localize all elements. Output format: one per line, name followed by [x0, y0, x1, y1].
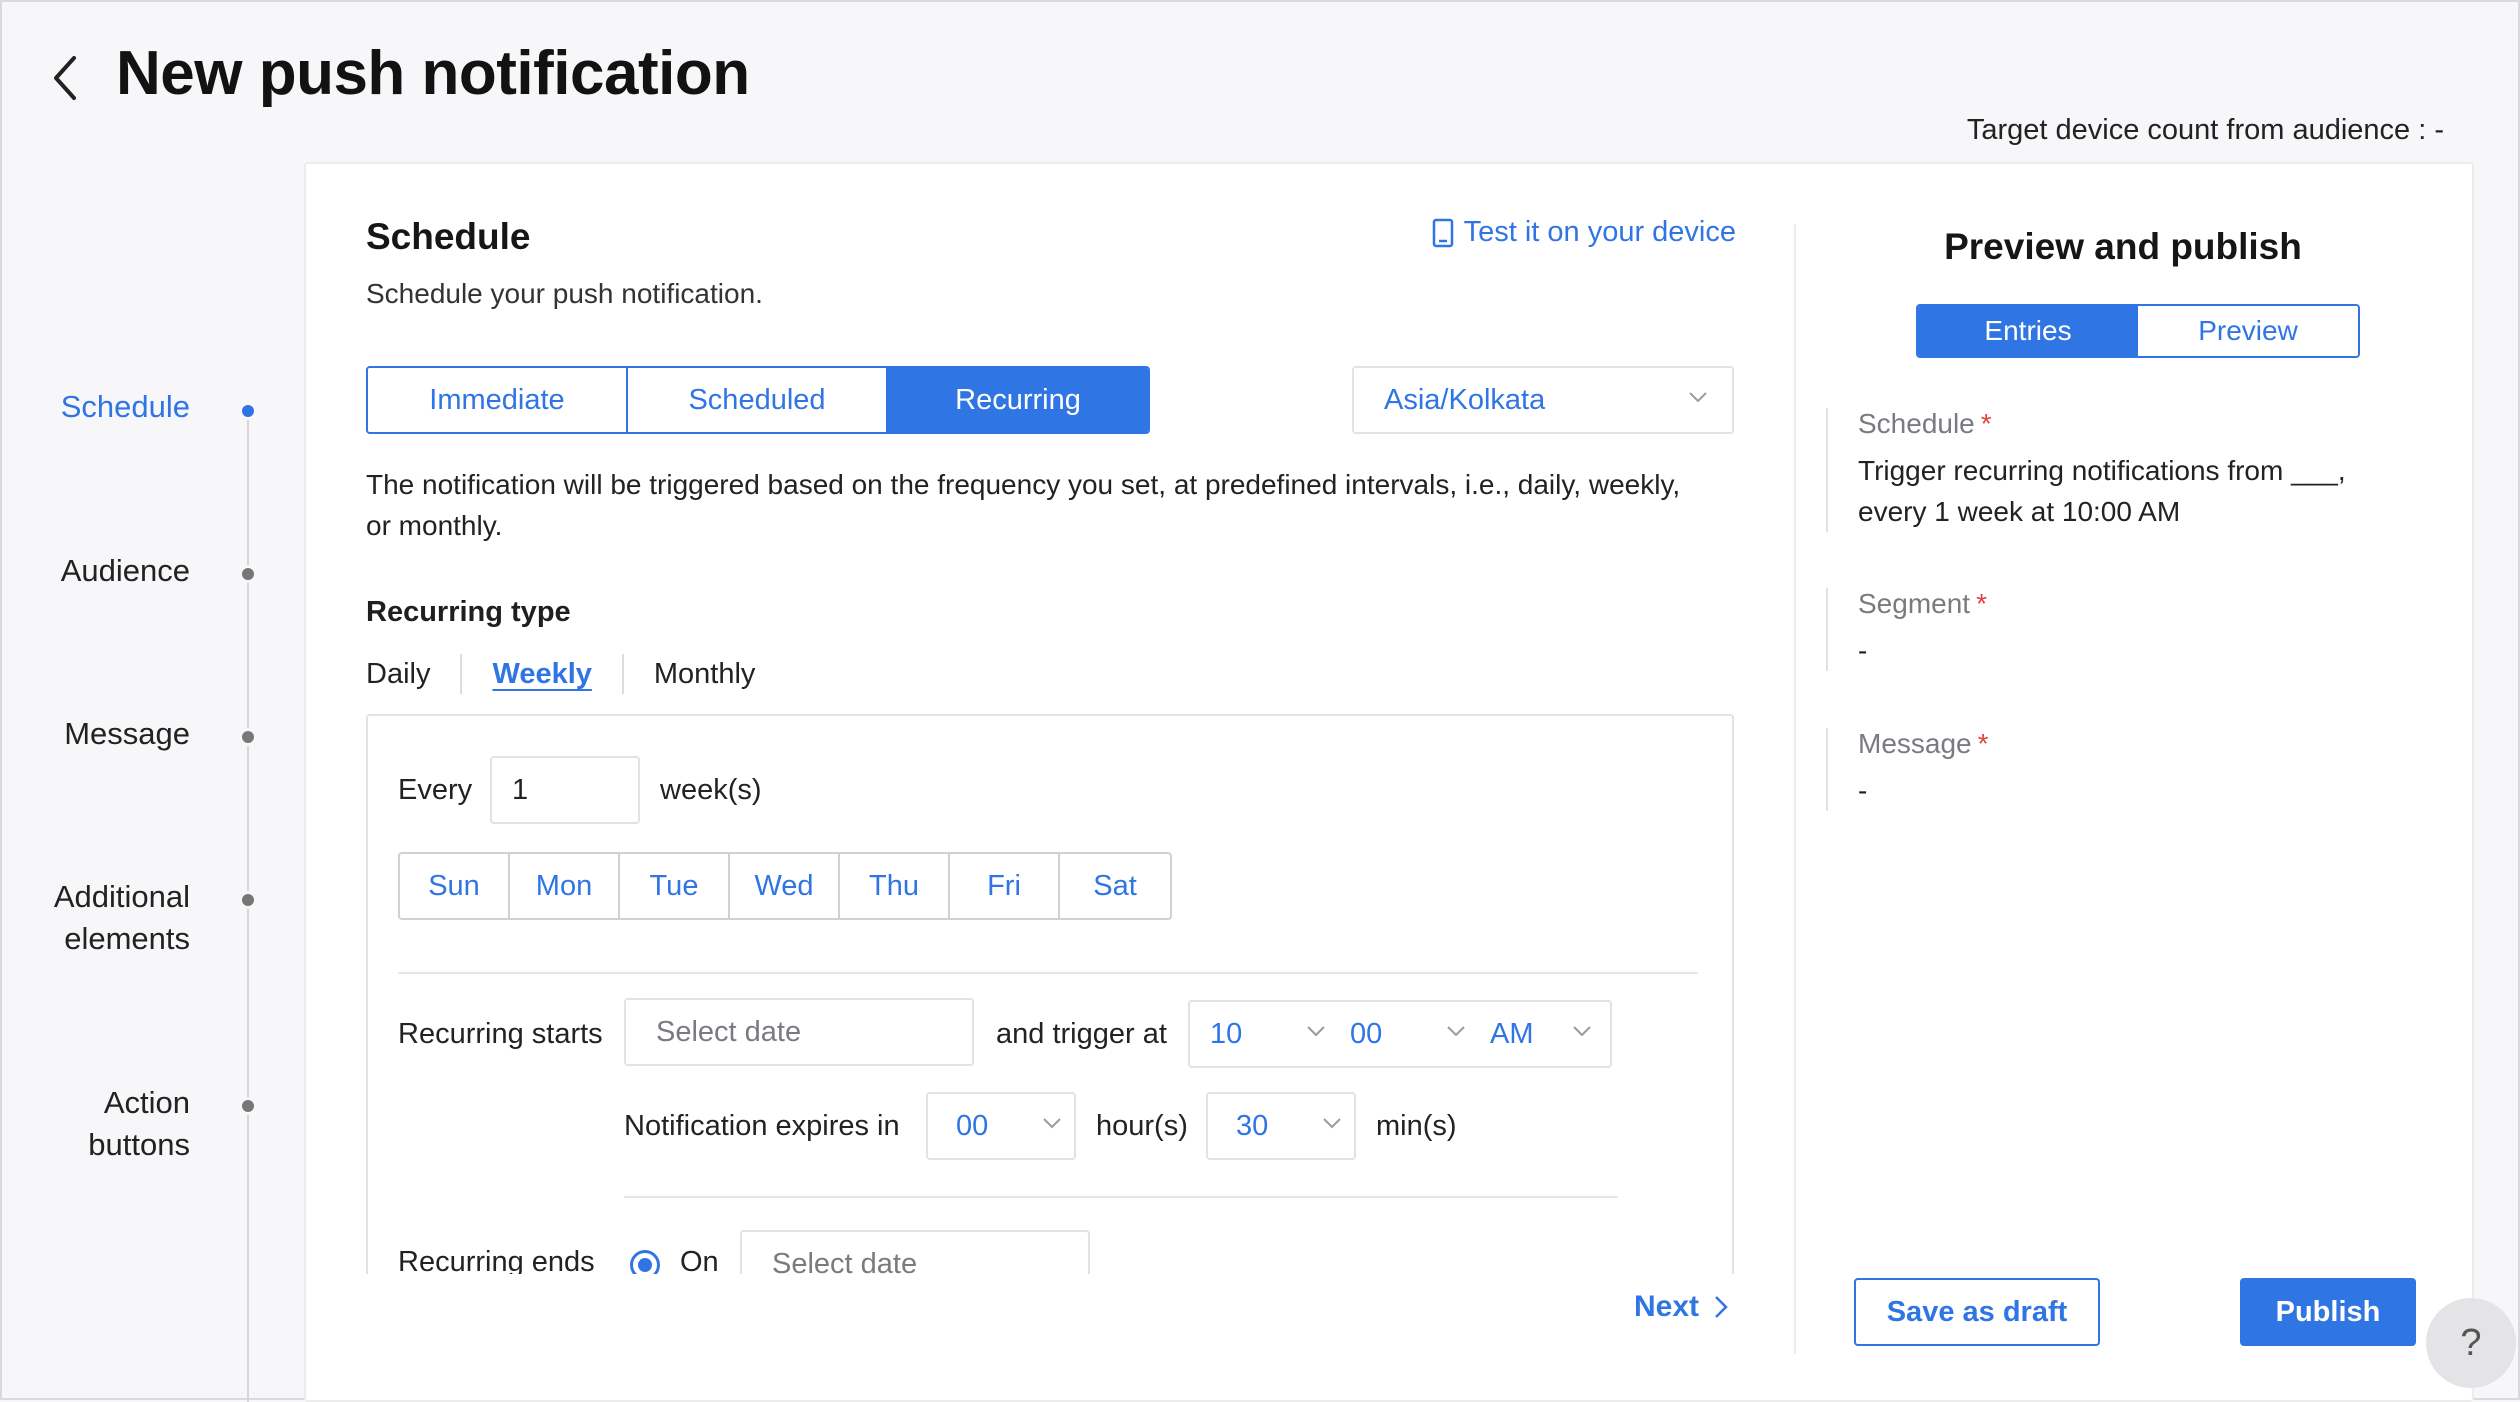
expires-minutes-select[interactable]: 30 — [1236, 1092, 1356, 1160]
step-audience-dot — [239, 565, 257, 583]
save-draft-button[interactable]: Save as draft — [1854, 1278, 2100, 1346]
schedule-mode-toggle: Immediate Scheduled Recurring — [366, 366, 1150, 434]
step-schedule[interactable]: Schedule — [61, 386, 190, 428]
chevron-down-icon — [1689, 392, 1707, 403]
weekday-selector: Sun Mon Tue Wed Thu Fri Sat — [398, 852, 1172, 920]
expires-hours-select[interactable]: 00 — [956, 1092, 1076, 1160]
step-message-dot — [239, 728, 257, 746]
step-additional-elements[interactable]: Additional elements — [0, 876, 190, 960]
trigger-at-label: and trigger at — [996, 1018, 1167, 1050]
mode-description: The notification will be triggered based… — [366, 469, 1681, 541]
trigger-hour-value: 10 — [1210, 1017, 1243, 1050]
chevron-down-icon — [1043, 1118, 1061, 1129]
expires-hours-value: 00 — [956, 1109, 989, 1142]
tab-preview[interactable]: Preview — [2138, 306, 2358, 356]
expires-minutes-value: 30 — [1236, 1109, 1269, 1142]
preview-value: Trigger recurring notifications from ___… — [1858, 455, 2346, 527]
trigger-meridiem-select[interactable]: AM — [1490, 1000, 1606, 1068]
mobile-device-icon — [1432, 218, 1453, 247]
section-divider — [624, 1196, 1618, 1198]
preview-label: Schedule * — [1858, 408, 1992, 439]
timezone-select[interactable]: Asia/Kolkata — [1352, 366, 1734, 434]
mode-recurring-button[interactable]: Recurring — [888, 368, 1148, 432]
trigger-hour-select[interactable]: 10 — [1210, 1000, 1340, 1068]
page-title: New push notification — [116, 39, 750, 108]
step-action-buttons-dot — [239, 1097, 257, 1115]
required-mark: * — [1977, 728, 1989, 759]
every-unit-label: week(s) — [660, 774, 762, 806]
step-audience[interactable]: Audience — [61, 550, 190, 592]
preview-label: Message * — [1858, 728, 1989, 759]
step-schedule-dot — [239, 402, 257, 420]
expires-label: Notification expires in — [624, 1110, 900, 1142]
preview-tabs: Entries Preview — [1916, 304, 2360, 358]
preview-item-schedule: Schedule * Trigger recurring notification… — [1826, 408, 2386, 532]
chevron-down-icon — [1307, 1026, 1325, 1037]
chevron-down-icon — [1573, 1026, 1591, 1037]
preview-value: - — [1858, 635, 1868, 666]
tab-daily[interactable]: Daily — [366, 654, 463, 694]
ends-on-radio[interactable] — [630, 1250, 660, 1274]
publish-button[interactable]: Publish — [2240, 1278, 2416, 1346]
preview-value: - — [1858, 775, 1868, 806]
main-card: Schedule Schedule your push notification… — [304, 162, 2474, 1402]
day-sat[interactable]: Sat — [1060, 854, 1170, 918]
step-action-buttons[interactable]: Action buttons — [20, 1082, 190, 1166]
minutes-unit-label: min(s) — [1376, 1110, 1457, 1142]
day-mon[interactable]: Mon — [510, 854, 620, 918]
tab-entries[interactable]: Entries — [1918, 306, 2138, 356]
trigger-minute-value: 00 — [1350, 1017, 1383, 1050]
day-tue[interactable]: Tue — [620, 854, 730, 918]
step-message[interactable]: Message — [64, 713, 190, 755]
tab-weekly[interactable]: Weekly — [462, 654, 624, 694]
mode-immediate-button[interactable]: Immediate — [368, 368, 628, 432]
end-date-input[interactable]: Select date — [740, 1230, 1090, 1274]
section-title: Schedule — [366, 216, 531, 257]
pane-separator — [1794, 224, 1796, 1354]
chevron-down-icon — [1323, 1118, 1341, 1129]
test-on-device-link[interactable]: Test it on your device — [1432, 216, 1736, 249]
preview-title: Preview and publish — [1944, 226, 2302, 267]
every-label: Every — [398, 774, 473, 806]
next-button[interactable]: Next — [1634, 1290, 1729, 1324]
required-mark: * — [1976, 588, 1987, 619]
schedule-form: Schedule Schedule your push notification… — [366, 164, 1736, 1274]
trigger-minute-select[interactable]: 00 — [1350, 1000, 1480, 1068]
required-mark: * — [1980, 408, 1992, 439]
timezone-value: Asia/Kolkata — [1384, 383, 1546, 416]
recurring-type-tabs: Daily Weekly Monthly — [366, 654, 785, 694]
mode-scheduled-button[interactable]: Scheduled — [628, 368, 888, 432]
day-sun[interactable]: Sun — [400, 854, 510, 918]
section-subtitle: Schedule your push notification. — [366, 278, 763, 309]
next-label: Next — [1634, 1290, 1700, 1323]
recurring-ends-label: Recurring ends — [398, 1246, 595, 1274]
day-thu[interactable]: Thu — [840, 854, 950, 918]
every-count-input[interactable]: 1 — [490, 756, 640, 824]
trigger-meridiem-value: AM — [1490, 1017, 1534, 1050]
recurring-type-label: Recurring type — [366, 596, 571, 628]
step-additional-elements-dot — [239, 891, 257, 909]
hours-unit-label: hour(s) — [1096, 1110, 1188, 1142]
day-fri[interactable]: Fri — [950, 854, 1060, 918]
help-button[interactable]: ? — [2426, 1298, 2516, 1388]
preview-item-message: Message * - — [1826, 728, 2386, 811]
tab-monthly[interactable]: Monthly — [624, 654, 786, 694]
day-wed[interactable]: Wed — [730, 854, 840, 918]
chevron-down-icon — [1447, 1026, 1465, 1037]
weekly-settings-panel: Every 1 week(s) Sun Mon Tue Wed Thu Fri … — [366, 714, 1734, 1274]
recurring-starts-label: Recurring starts — [398, 1018, 603, 1050]
chevron-right-icon — [1715, 1296, 1728, 1318]
preview-label: Segment * — [1858, 588, 1987, 619]
test-link-label: Test it on your device — [1463, 216, 1736, 248]
section-divider — [398, 972, 1698, 974]
app-window: New push notification Target device coun… — [0, 0, 2520, 1402]
back-arrow-icon[interactable] — [46, 48, 86, 108]
start-date-input[interactable]: Select date — [624, 998, 974, 1066]
preview-item-segment: Segment * - — [1826, 588, 2386, 671]
target-device-count: Target device count from audience : - — [1966, 114, 2444, 146]
ends-on-label: On — [680, 1246, 719, 1274]
